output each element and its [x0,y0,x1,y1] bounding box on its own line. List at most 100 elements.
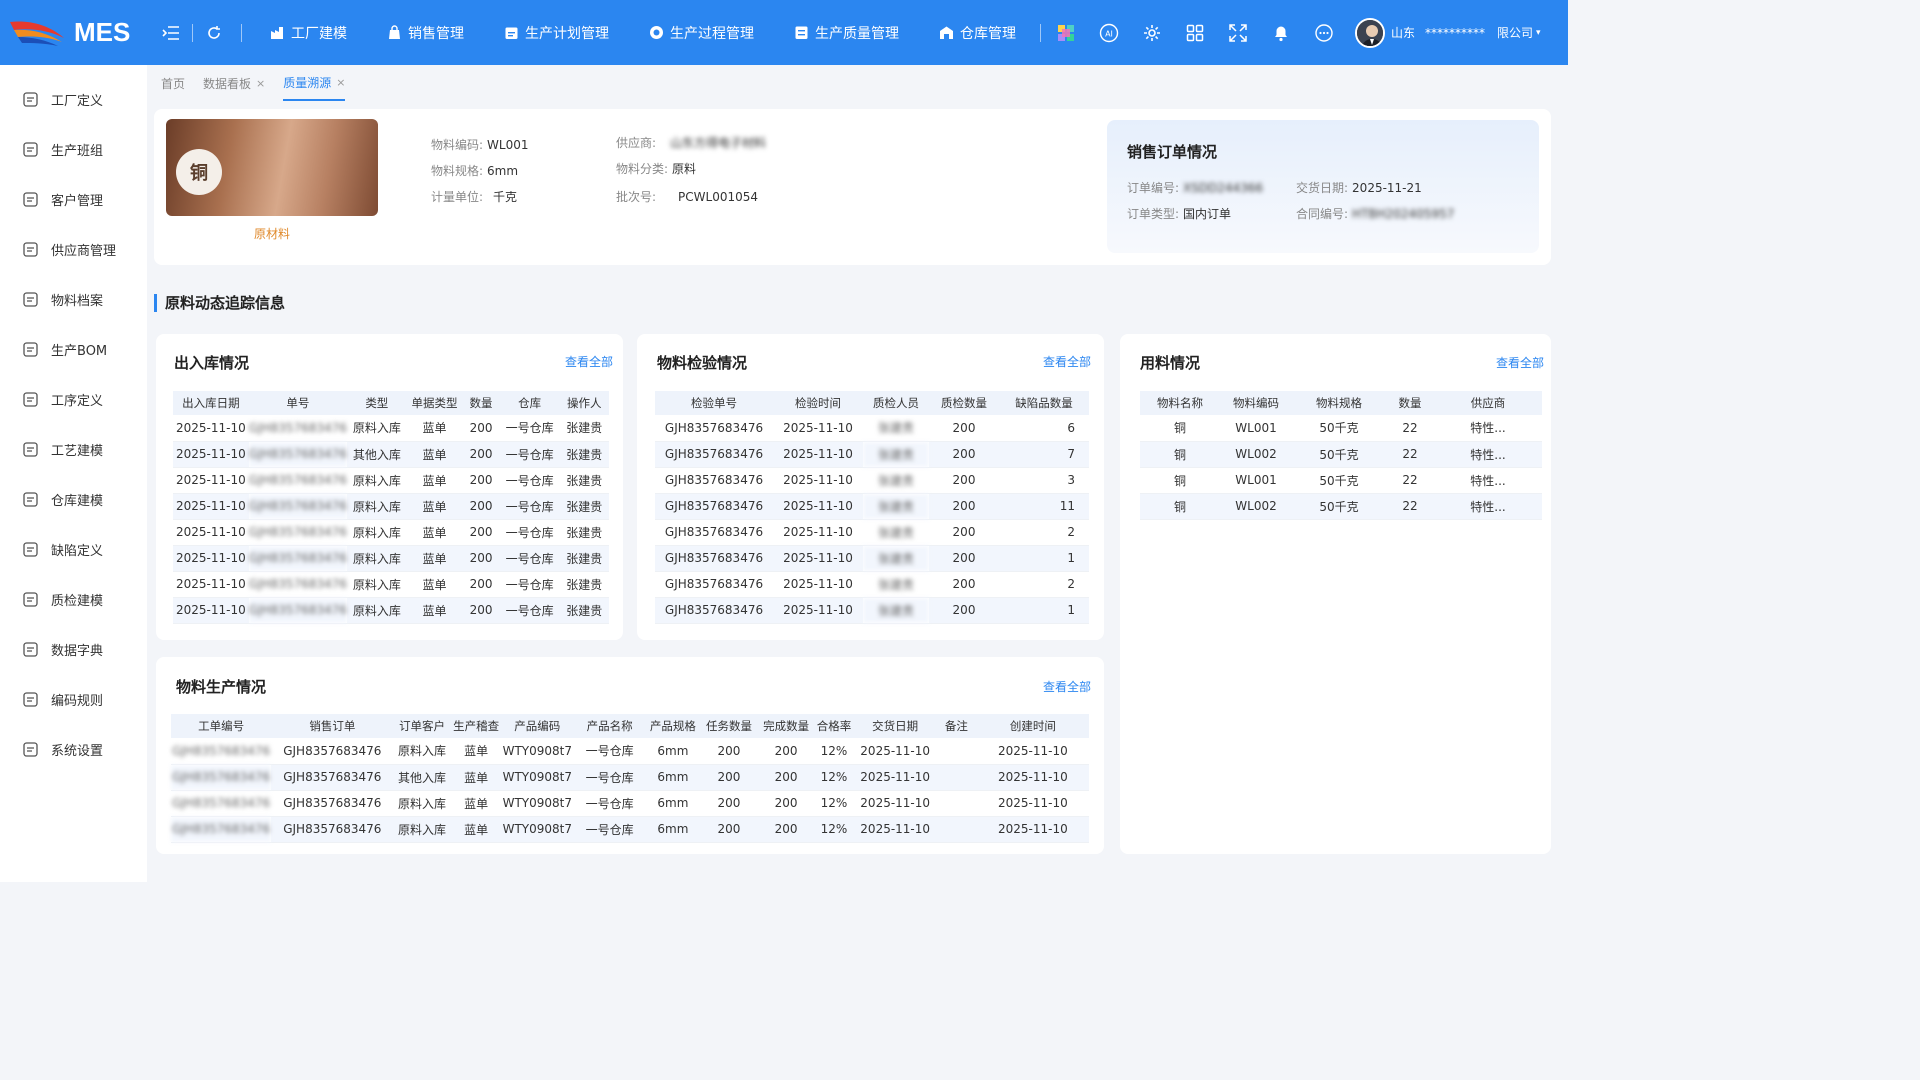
nav-item-production-quality[interactable]: 生产质量管理 [774,23,919,43]
gear-icon[interactable] [1139,20,1165,46]
table-row[interactable]: GJH8357683476 GJH8357683476 原料入库 蓝单 WTY0908t… [171,738,1089,765]
column-header: 创建时间 [976,714,1089,738]
table-cell: 一号仓库 [499,519,560,546]
nav-item-production-plan[interactable]: 生产计划管理 [484,23,629,43]
table-row[interactable]: 2025-11-10 GJH8357683476 原料入库 蓝单 200 一号仓库 张建贵 [173,597,609,624]
nav-item-factory-modeling[interactable]: 工厂建模 [250,23,367,43]
close-icon[interactable]: × [336,76,345,89]
view-all-link[interactable]: 查看全部 [1043,353,1091,370]
fullscreen-icon[interactable] [1225,20,1251,46]
table-row[interactable]: GJH8357683476 2025-11-10 张建贵 200 3 [655,467,1089,494]
sidebar-item-settings[interactable]: 系统设置 [0,724,147,774]
table-cell: 蓝单 [450,764,502,791]
table-row[interactable]: 2025-11-10 GJH8357683476 原料入库 蓝单 200 一号仓库 张建贵 [173,519,609,546]
column-header: 销售订单 [271,714,394,738]
table-cell: 蓝单 [406,519,463,546]
refresh-icon[interactable] [201,20,227,46]
sidebar-item-coding-rule[interactable]: 编码规则 [0,674,147,724]
tab-quality-trace[interactable]: 质量溯源 × [283,65,346,101]
table-cell: 200 [929,519,999,546]
table-row[interactable]: 铜 WL001 50千克 22 特性... [1140,467,1542,494]
table-row[interactable]: GJH8357683476 GJH8357683476 原料入库 蓝单 WTY0908t… [171,816,1089,843]
view-all-link[interactable]: 查看全部 [565,353,613,370]
column-header: 操作人 [559,391,609,415]
bag-icon [389,25,400,39]
table-row[interactable]: 2025-11-10 GJH8357683476 其他入库 蓝单 200 一号仓库 张建贵 [173,441,609,468]
more-icon[interactable] [1311,20,1337,46]
bell-icon[interactable] [1268,20,1294,46]
table-row[interactable]: 铜 WL002 50千克 22 特性... [1140,441,1542,468]
sidebar-item-warehouse-model[interactable]: 仓库建模 [0,474,147,524]
column-header: 产品规格 [646,714,700,738]
close-icon[interactable]: × [256,77,265,90]
table-row[interactable]: GJH8357683476 2025-11-10 张建贵 200 2 [655,519,1089,546]
defect-icon [23,541,38,557]
table-cell: 22 [1386,467,1434,494]
nav-item-production-process[interactable]: 生产过程管理 [629,23,774,43]
main-nav: 工厂建模 销售管理 生产计划管理 生产过程管理 生产质量管理 仓库管理 [250,23,1036,43]
view-all-link[interactable]: 查看全部 [1496,354,1544,371]
column-header: 任务数量 [699,714,759,738]
table-cell: 特性... [1434,415,1542,442]
apps-grid-icon[interactable] [1182,20,1208,46]
nav-item-sales[interactable]: 销售管理 [367,23,484,43]
table-row[interactable]: 铜 WL001 50千克 22 特性... [1140,415,1542,442]
table-cell: 200 [929,571,999,598]
table-row[interactable]: GJH8357683476 2025-11-10 张建贵 200 11 [655,493,1089,520]
table-row[interactable]: GJH8357683476 2025-11-10 张建贵 200 7 [655,441,1089,468]
table-row[interactable]: GJH8357683476 2025-11-10 张建贵 200 1 [655,545,1089,572]
section-title: 原料动态追踪信息 [154,294,285,312]
menu-fold-icon[interactable] [158,20,184,46]
sidebar-item-supplier[interactable]: 供应商管理 [0,224,147,274]
table-cell: 特性... [1434,441,1542,468]
table-cell: 22 [1386,441,1434,468]
table-row[interactable]: GJH8357683476 2025-11-10 张建贵 200 1 [655,597,1089,624]
table-cell: 6mm [646,764,700,791]
table-row[interactable]: 2025-11-10 GJH8357683476 原料入库 蓝单 200 一号仓库 张建贵 [173,493,609,520]
table-cell: 2025-11-10 [173,441,249,468]
table-row[interactable]: GJH8357683476 2025-11-10 张建贵 200 2 [655,571,1089,598]
sidebar-item-material[interactable]: 物料档案 [0,274,147,324]
ai-icon[interactable]: AI [1096,20,1122,46]
sidebar-item-bom[interactable]: 生产BOM [0,324,147,374]
view-all-link[interactable]: 查看全部 [1043,678,1091,695]
tab-home[interactable]: 首页 [161,65,185,101]
customer-icon [23,191,38,207]
column-header: 物料编码 [1220,391,1292,415]
table-cell: 2025-11-10 [854,816,936,843]
table-cell: 200 [929,493,999,520]
sidebar-item-dictionary[interactable]: 数据字典 [0,624,147,674]
sidebar-item-process-def[interactable]: 工序定义 [0,374,147,424]
divider [1040,23,1041,42]
table-cell: 2025-11-10 [773,545,863,572]
table-row[interactable]: 2025-11-10 GJH8357683476 原料入库 蓝单 200 一号仓库 张建贵 [173,467,609,494]
sidebar-item-customer[interactable]: 客户管理 [0,174,147,224]
table-row[interactable]: GJH8357683476 2025-11-10 张建贵 200 6 [655,415,1089,442]
tab-dashboard[interactable]: 数据看板 × [203,65,265,101]
nav-item-warehouse[interactable]: 仓库管理 [919,23,1036,43]
table-cell: 200 [929,441,999,468]
user-menu[interactable]: 山东 ********** 限公司 ▾ [1355,17,1541,48]
table-cell: WTY0908t7 [501,816,573,843]
sidebar: 工厂定义 生产班组 客户管理 供应商管理 物料档案 生产BOM 工序定义 工艺建模 仓库建模 缺陷… [0,65,147,882]
table-cell: 张建贵 [863,545,929,572]
table-row[interactable]: 铜 WL002 50千克 22 特性... [1140,493,1542,520]
app-colorful-icon[interactable] [1053,20,1079,46]
table-cell: 原料入库 [393,738,451,765]
table-cell: 200 [699,790,759,817]
table-cell: 蓝单 [450,816,502,843]
table-cell: 铜 [1140,441,1220,468]
table-cell: 蓝单 [450,790,502,817]
sidebar-item-factory-def[interactable]: 工厂定义 [0,74,147,124]
table-row[interactable]: 2025-11-10 GJH8357683476 原料入库 蓝单 200 一号仓库 张建贵 [173,415,609,442]
logo[interactable]: MES [0,0,148,65]
material-unit: 计量单位: 千克 [431,190,518,204]
sidebar-item-defect[interactable]: 缺陷定义 [0,524,147,574]
table-row[interactable]: 2025-11-10 GJH8357683476 原料入库 蓝单 200 一号仓库 张建贵 [173,571,609,598]
table-row[interactable]: GJH8357683476 GJH8357683476 原料入库 蓝单 WTY0908t… [171,790,1089,817]
table-row[interactable]: 2025-11-10 GJH8357683476 原料入库 蓝单 200 一号仓库 张建贵 [173,545,609,572]
sidebar-item-team[interactable]: 生产班组 [0,124,147,174]
sidebar-item-inspection[interactable]: 质检建模 [0,574,147,624]
sidebar-item-craft[interactable]: 工艺建模 [0,424,147,474]
table-row[interactable]: GJH8357683476 GJH8357683476 其他入库 蓝单 WTY0908t… [171,764,1089,791]
